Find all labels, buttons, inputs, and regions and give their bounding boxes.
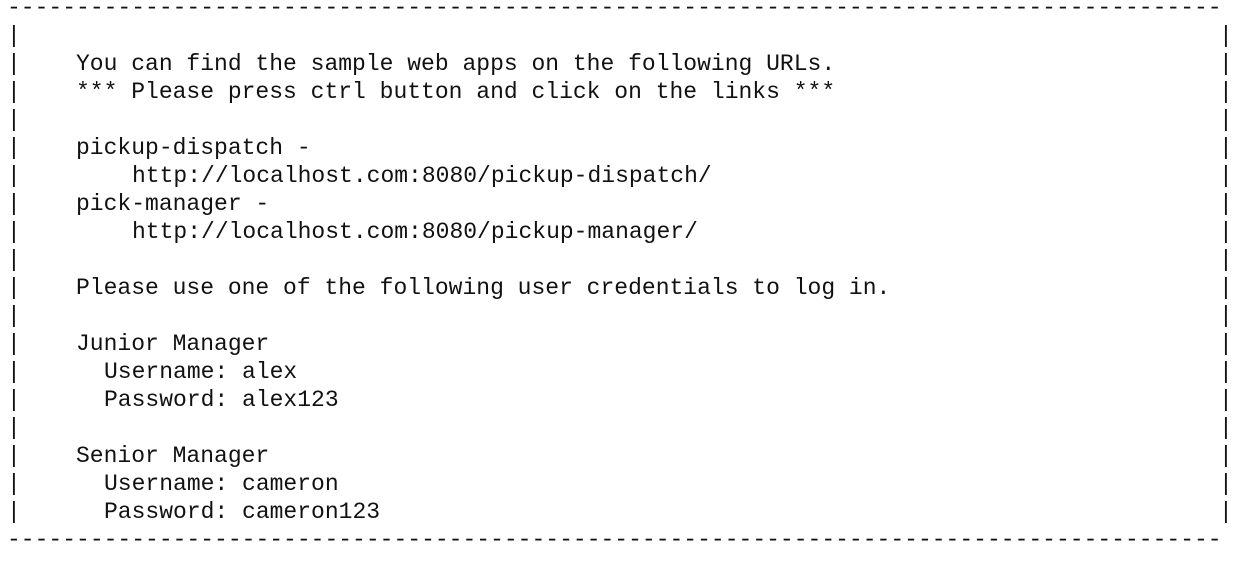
- left-pipe: |: [7, 247, 21, 273]
- app-name: pick-manager -: [76, 191, 270, 217]
- frame-row: | |: [7, 302, 1237, 330]
- user-role: Senior Manager: [76, 443, 270, 469]
- right-pipe: |: [1219, 415, 1233, 441]
- username: Username: cameron: [104, 471, 339, 497]
- frame-row: | Username: cameron |: [7, 470, 1237, 498]
- left-pipe: |: [7, 331, 21, 357]
- right-pipe: |: [1219, 23, 1233, 49]
- ctrl-click-hint: *** Please press ctrl button and click o…: [76, 79, 836, 105]
- frame-row: | Username: alex |: [7, 358, 1237, 386]
- password: Password: alex123: [104, 387, 339, 413]
- left-pipe: |: [7, 387, 21, 413]
- left-pipe: |: [7, 23, 21, 49]
- right-pipe: |: [1219, 247, 1233, 273]
- left-pipe: |: [7, 275, 21, 301]
- left-pipe: |: [7, 415, 21, 441]
- pickup-dispatch-link[interactable]: http://localhost.com:8080/pickup-dispatc…: [132, 162, 712, 190]
- left-pipe: |: [7, 499, 21, 525]
- right-pipe: |: [1219, 163, 1233, 189]
- right-pipe: |: [1219, 303, 1233, 329]
- frame-row: | |: [7, 246, 1237, 274]
- left-pipe: |: [7, 107, 21, 133]
- left-pipe: |: [7, 163, 21, 189]
- frame-row: | |: [7, 106, 1237, 134]
- right-pipe: |: [1219, 107, 1233, 133]
- frame-row: | Senior Manager |: [7, 442, 1237, 470]
- right-pipe: |: [1219, 443, 1233, 469]
- right-pipe: |: [1219, 387, 1233, 413]
- right-pipe: |: [1219, 51, 1233, 77]
- left-pipe: |: [7, 219, 21, 245]
- frame-row: | pick-manager - |: [7, 190, 1237, 218]
- frame-row: | *** Please press ctrl button and click …: [7, 78, 1237, 106]
- app-name: pickup-dispatch -: [76, 135, 311, 161]
- right-pipe: |: [1219, 331, 1233, 357]
- left-pipe: |: [7, 79, 21, 105]
- pickup-manager-link[interactable]: http://localhost.com:8080/pickup-manager…: [132, 218, 698, 246]
- left-pipe: |: [7, 303, 21, 329]
- left-pipe: |: [7, 191, 21, 217]
- frame-row: | You can find the sample web apps on the…: [7, 50, 1237, 78]
- frame-row: | Password: alex123 |: [7, 386, 1237, 414]
- right-pipe: |: [1219, 359, 1233, 385]
- right-pipe: |: [1219, 471, 1233, 497]
- left-pipe: |: [7, 51, 21, 77]
- bottom-border: ----------------------------------------…: [7, 527, 1222, 553]
- right-pipe: |: [1219, 135, 1233, 161]
- username: Username: alex: [104, 359, 298, 385]
- frame-row: | Password: cameron123 |: [7, 498, 1237, 526]
- frame-row: | http://localhost.com:8080/pickup-manage…: [7, 218, 1237, 246]
- frame-row: | |: [7, 414, 1237, 442]
- right-pipe: |: [1219, 275, 1233, 301]
- right-pipe: |: [1219, 191, 1233, 217]
- right-pipe: |: [1219, 499, 1233, 525]
- left-pipe: |: [7, 359, 21, 385]
- frame-row: | |: [7, 22, 1237, 50]
- right-pipe: |: [1219, 79, 1233, 105]
- top-border: ----------------------------------------…: [7, 0, 1222, 21]
- intro-line: You can find the sample web apps on the …: [76, 51, 836, 77]
- password: Password: cameron123: [104, 499, 381, 525]
- frame-row: | Please use one of the following user cr…: [7, 274, 1237, 302]
- left-pipe: |: [7, 443, 21, 469]
- frame-row: | Junior Manager |: [7, 330, 1237, 358]
- left-pipe: |: [7, 135, 21, 161]
- right-pipe: |: [1219, 219, 1233, 245]
- frame-row: | http://localhost.com:8080/pickup-dispat…: [7, 162, 1237, 190]
- credentials-intro: Please use one of the following user cre…: [76, 275, 891, 301]
- frame-row: | pickup-dispatch - |: [7, 134, 1237, 162]
- user-role: Junior Manager: [76, 331, 270, 357]
- left-pipe: |: [7, 471, 21, 497]
